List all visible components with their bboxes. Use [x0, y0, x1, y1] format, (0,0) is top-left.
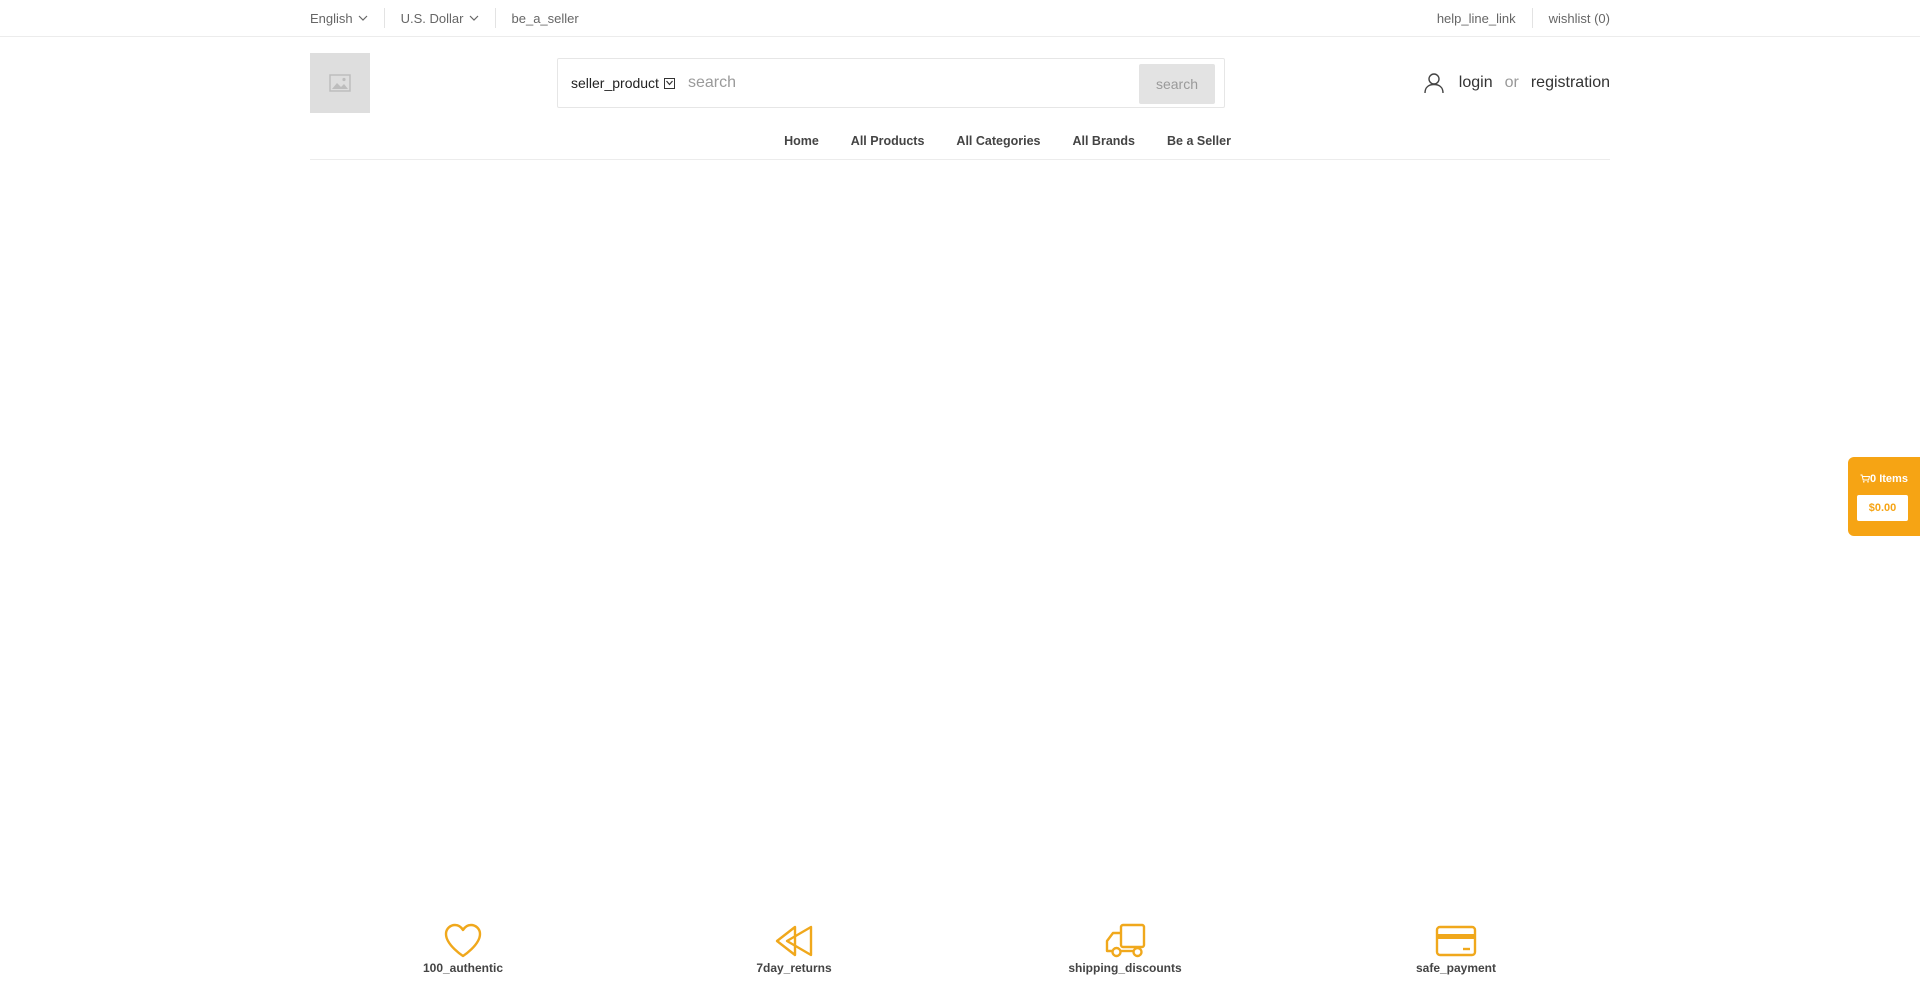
wishlist-link[interactable]: wishlist (0)	[1531, 8, 1610, 28]
cart-icon	[1860, 474, 1871, 483]
login-link[interactable]: login	[1459, 74, 1493, 92]
user-icon	[1424, 73, 1444, 94]
search-input[interactable]	[688, 66, 1188, 100]
auth-links: login or registration	[1423, 70, 1610, 96]
nav-item-all-brands[interactable]: All Brands	[1072, 134, 1135, 148]
floating-cart[interactable]: 0 Items $0.00	[1848, 457, 1920, 536]
feature-label: 100_authentic	[422, 961, 504, 975]
nav-item-all-categories[interactable]: All Categories	[956, 134, 1040, 148]
feature-label: safe_payment	[1415, 961, 1497, 975]
search-scope-label: seller_product	[571, 75, 659, 91]
language-selector[interactable]: English	[310, 8, 384, 28]
be-a-seller-link[interactable]: be_a_seller	[494, 8, 595, 28]
rewind-icon	[775, 925, 813, 957]
nav-item-be-a-seller[interactable]: Be a Seller	[1167, 134, 1231, 148]
nav-item-home[interactable]: Home	[784, 134, 819, 148]
image-placeholder-icon	[329, 74, 351, 92]
chevron-down-icon	[358, 15, 368, 21]
search-scope-select[interactable]: seller_product	[571, 59, 675, 107]
heart-icon	[444, 923, 482, 958]
feature-shipping: shipping_discounts	[1045, 923, 1205, 975]
main-nav: Home All Products All Categories All Bra…	[310, 122, 1610, 160]
top-bar: English U.S. Dollar be_a_seller help_lin…	[0, 0, 1920, 37]
or-separator: or	[1504, 74, 1519, 91]
nav-item-all-products[interactable]: All Products	[851, 134, 925, 148]
search-button[interactable]: search	[1139, 64, 1215, 104]
feature-authentic: 100_authentic	[383, 923, 543, 975]
cart-items-label: 0 Items	[1870, 473, 1908, 485]
language-label: English	[310, 10, 353, 26]
feature-label: 7day_returns	[756, 961, 832, 975]
currency-selector[interactable]: U.S. Dollar	[383, 8, 495, 28]
site-logo[interactable]	[310, 53, 370, 113]
chevron-down-icon	[469, 15, 478, 21]
cart-count: 0 Items	[1848, 473, 1920, 485]
cart-total: $0.00	[1857, 495, 1908, 521]
help-line-link[interactable]: help_line_link	[1421, 8, 1516, 28]
search-bar: seller_product search	[557, 58, 1225, 108]
registration-link[interactable]: registration	[1531, 74, 1610, 92]
feature-label: shipping_discounts	[1068, 961, 1182, 975]
feature-payment: safe_payment	[1376, 923, 1536, 975]
credit-card-icon	[1435, 925, 1477, 957]
currency-label: U.S. Dollar	[400, 10, 464, 26]
feature-returns: 7day_returns	[714, 923, 874, 975]
truck-icon	[1105, 923, 1146, 958]
dropdown-box-icon	[663, 77, 675, 89]
